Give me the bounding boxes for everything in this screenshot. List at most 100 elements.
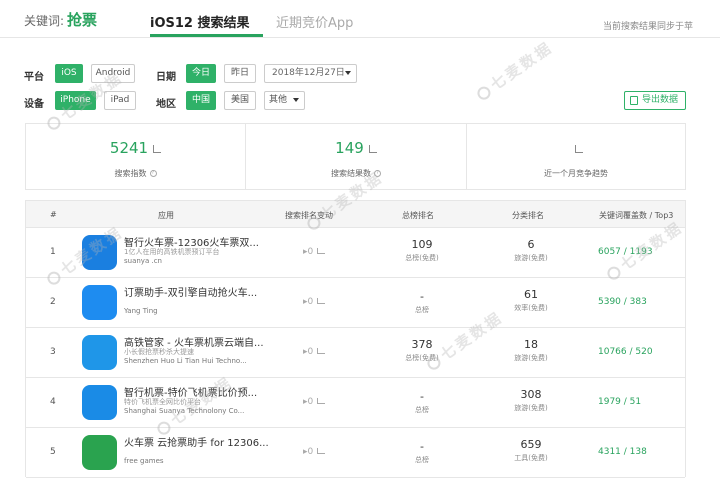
app-subtitle: 特价飞机票全网比价平台 [124, 398, 201, 406]
total-rank-chart-label: 总榜 [415, 406, 429, 414]
region-other-select[interactable]: 其他 [264, 91, 305, 110]
trend-chart-icon[interactable] [317, 448, 326, 454]
app-name-link[interactable]: 订票助手-双引擎自动抢火车... [124, 284, 279, 299]
stats-panel: 5241 搜索指数? 149 搜索结果数? 近一个月竞争趋势 [25, 123, 686, 190]
trend-chart-icon[interactable] [574, 144, 583, 153]
total-rank-chart-label: 总榜 [415, 456, 429, 464]
category-rank: 308 旅游(免费) [501, 388, 561, 413]
keyword-value: 抢票 [67, 11, 98, 29]
keyword-coverage-link[interactable]: 4311 / 138 [598, 447, 647, 457]
table-row[interactable]: 4 智行机票-特价飞机票比价预... 特价飞机票全网比价平台 Shanghai Sua… [26, 379, 685, 428]
app-subtitle: 1亿人在用的高铁机票预订平台 [124, 248, 220, 256]
total-rank-chart-label: 总榜 [415, 306, 429, 314]
stat-competition-trend: 近一个月竞争趋势 [466, 124, 685, 189]
table-header: # 应用 搜索排名变动 总榜排名 分类排名 关键词覆盖数 / Top3 [26, 201, 685, 228]
app-developer: Shanghai Suanya Technolony Co... [124, 407, 245, 415]
trend-chart-icon[interactable] [317, 348, 326, 354]
date-yesterday-button[interactable]: 昨日 [224, 64, 256, 83]
rank-change: ▸0 [303, 397, 326, 407]
stat-competition-trend-label: 近一个月竞争趋势 [544, 169, 608, 178]
caret-down-icon [293, 98, 299, 102]
device-label: 设备 [24, 99, 44, 110]
tab-ios12-results[interactable]: iOS12 搜索结果 [150, 12, 250, 31]
stat-search-index-value: 5241 [109, 139, 149, 157]
col-index: # [50, 210, 57, 219]
rank-change: ▸0 [303, 347, 326, 357]
keyword-coverage-link[interactable]: 1979 / 51 [598, 397, 641, 407]
help-icon[interactable]: ? [149, 170, 157, 177]
results-table: # 应用 搜索排名变动 总榜排名 分类排名 关键词覆盖数 / Top3 1 智行火… [25, 200, 686, 478]
category-rank: 659 工具(免费) [501, 438, 561, 463]
row-index: 5 [50, 447, 56, 457]
col-total-rank: 总榜排名 [402, 211, 434, 220]
row-index: 2 [50, 297, 56, 307]
rank-change-value: 0 [307, 347, 314, 357]
rank-change: ▸0 [303, 447, 326, 457]
row-index: 4 [50, 397, 56, 407]
help-icon[interactable]: ? [374, 170, 381, 177]
export-data-button[interactable]: 导出数据 [624, 91, 686, 110]
category-rank-value: 659 [520, 438, 542, 451]
region-other-value: 其他 [269, 95, 288, 105]
trend-chart-icon[interactable] [317, 298, 326, 304]
table-row[interactable]: 3 高铁管家 - 火车票机票云端自... 小长假抢票秒杀大提速 Shenzhen Hu… [26, 329, 685, 378]
total-rank-value: 378 [411, 338, 433, 351]
rank-change: ▸0 [303, 297, 326, 307]
trend-chart-icon[interactable] [317, 398, 326, 404]
category-rank-value: 6 [527, 238, 535, 251]
region-china-button[interactable]: 中国 [186, 91, 216, 110]
keyword-coverage-link[interactable]: 6057 / 1193 [598, 247, 653, 257]
app-icon[interactable] [82, 235, 117, 270]
date-today-button[interactable]: 今日 [186, 64, 216, 83]
region-usa-button[interactable]: 美国 [224, 91, 256, 110]
category-rank: 61 效率(免费) [501, 288, 561, 313]
device-iphone-button[interactable]: iPhone [55, 91, 96, 110]
table-row[interactable]: 1 智行火车票-12306火车票双... 1亿人在用的高铁机票预订平台 suanya … [26, 229, 685, 278]
total-rank-value: 109 [411, 238, 433, 251]
col-keyword-coverage: 关键词覆盖数 / Top3 [599, 211, 674, 220]
table-row[interactable]: 2 订票助手-双引擎自动抢火车... Yang Ting ▸0 - 总榜 61 效率(免费) 5… [26, 279, 685, 328]
rank-change-value: 0 [307, 247, 314, 257]
app-icon[interactable] [82, 385, 117, 420]
category-rank-chart-label: 旅游(免费) [514, 354, 548, 362]
app-icon[interactable] [82, 335, 117, 370]
total-rank: - 总榜 [392, 390, 452, 415]
app-icon[interactable] [82, 435, 117, 470]
keyword-coverage-link[interactable]: 10766 / 520 [598, 347, 653, 357]
app-developer: Shenzhen Huo Li Tian Hui Techno... [124, 357, 247, 365]
platform-android-button[interactable]: Android [91, 64, 135, 83]
category-rank-value: 61 [524, 288, 538, 301]
date-picker[interactable]: 2018年12月27日 [264, 64, 357, 83]
stat-search-index-label: 搜索指数 [114, 169, 147, 178]
category-rank-value: 18 [524, 338, 538, 351]
keyword-coverage-link[interactable]: 5390 / 383 [598, 297, 647, 307]
sync-note: 当前搜索结果同步于苹 [603, 22, 694, 32]
total-rank-value: - [420, 390, 424, 403]
row-index: 3 [50, 347, 56, 357]
trend-chart-icon[interactable] [153, 144, 162, 153]
device-ipad-button[interactable]: iPad [104, 91, 136, 110]
category-rank-chart-label: 旅游(免费) [514, 254, 548, 262]
app-name-link[interactable]: 火车票 云抢票助手 for 12306... [124, 434, 279, 449]
date-label: 日期 [156, 72, 176, 83]
col-app: 应用 [158, 211, 174, 220]
row-index: 1 [50, 247, 56, 257]
trend-chart-icon[interactable] [368, 144, 377, 153]
trend-chart-icon[interactable] [317, 248, 326, 254]
export-icon [630, 96, 638, 105]
keyword-label: 关键词: [24, 14, 65, 28]
stat-result-count-label: 搜索结果数 [331, 169, 371, 178]
rank-change: ▸0 [303, 247, 326, 257]
category-rank-chart-label: 工具(免费) [514, 454, 548, 462]
active-tab-indicator [150, 34, 263, 37]
total-rank-value: - [420, 290, 424, 303]
stat-result-count: 149 搜索结果数? [245, 124, 466, 189]
app-icon[interactable] [82, 285, 117, 320]
rank-change-value: 0 [307, 447, 314, 457]
total-rank: - 总榜 [392, 440, 452, 465]
total-rank-chart-label: 总榜(免费) [405, 354, 439, 362]
app-subtitle: 小长假抢票秒杀大提速 [124, 348, 194, 356]
tab-recent-bidding-apps[interactable]: 近期竞价App [276, 12, 353, 31]
platform-ios-button[interactable]: iOS [55, 64, 83, 83]
table-row[interactable]: 5 火车票 云抢票助手 for 12306... free games ▸0 - 总榜 65… [26, 429, 685, 478]
